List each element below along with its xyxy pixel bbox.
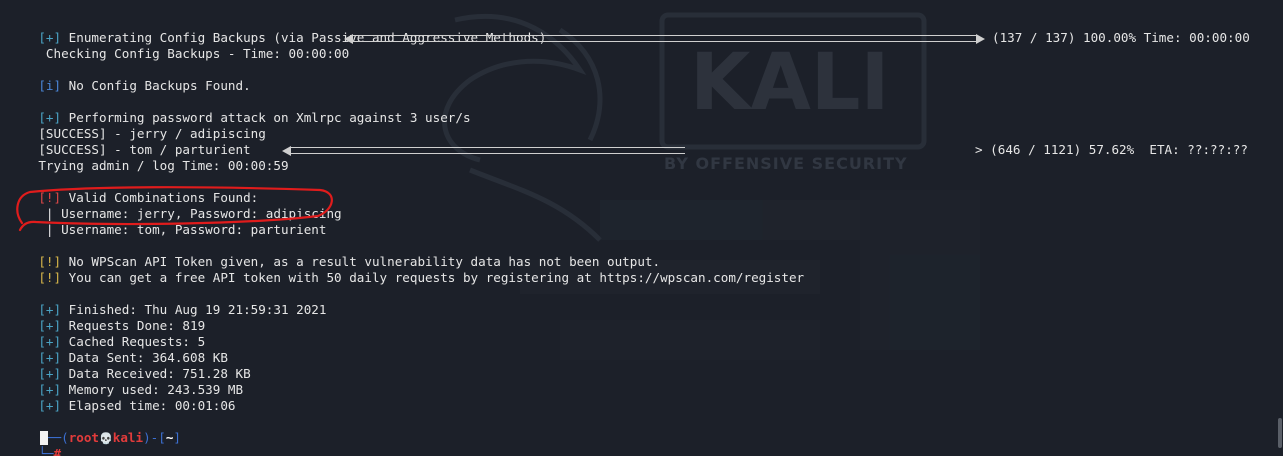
skull-icon: 💀 bbox=[99, 432, 113, 445]
line-text: Trying admin / log Time: 00:00:59 bbox=[38, 158, 289, 173]
line-text: No Config Backups Found. bbox=[61, 78, 251, 93]
password-attack-progress-bar bbox=[290, 147, 685, 154]
prompt-symbol: # bbox=[53, 446, 62, 456]
warning-tag: [!] bbox=[38, 270, 62, 285]
prompt-bracket-end: ] bbox=[173, 430, 182, 445]
shell-prompt-bottom[interactable]: └─# bbox=[8, 430, 61, 456]
line-text: You can get a free API token with 50 dai… bbox=[61, 270, 805, 285]
prompt-separator: )-[ bbox=[143, 430, 166, 445]
prompt-host: kali bbox=[112, 430, 144, 445]
output-line-credential-tom: | Username: tom, Password: parturient bbox=[8, 206, 327, 237]
output-line-free-api-token: [!] You can get a free API token with 50… bbox=[8, 254, 804, 285]
shell-prompt-top: ┌──(root💀kali)-[~] bbox=[8, 414, 181, 445]
output-line-no-backups: [i] No Config Backups Found. bbox=[8, 62, 250, 93]
watermark-brand: KALI bbox=[690, 38, 890, 128]
output-line-valid-combinations: [!] Valid Combinations Found: bbox=[8, 174, 258, 205]
output-line-elapsed-time: [+] Elapsed time: 00:01:06 bbox=[8, 382, 235, 413]
info-tag: [i] bbox=[38, 78, 62, 93]
output-line-success-jerry: [SUCCESS] - jerry / adipiscing bbox=[8, 110, 265, 141]
prompt-user: root bbox=[68, 430, 100, 445]
config-backups-progress-bar bbox=[352, 35, 978, 42]
output-line-requests-done: [+] Requests Done: 819 bbox=[8, 302, 205, 333]
progress-arrow-right bbox=[976, 34, 985, 44]
line-text: Elapsed time: 00:01:06 bbox=[61, 398, 236, 413]
output-line-data-received: [+] Data Received: 751.28 KB bbox=[8, 350, 250, 381]
output-line-credential-jerry: | Username: jerry, Password: adipiscing bbox=[8, 190, 342, 221]
prompt-corner-bottom: └─ bbox=[38, 446, 54, 456]
config-backups-progress-text: (137 / 137) 100.00% Time: 00:00:00 bbox=[992, 30, 1250, 45]
output-line-success-tom: [SUCCESS] - tom / parturient bbox=[8, 126, 250, 157]
output-line-checking-backups: Checking Config Backups - Time: 00:00:00 bbox=[8, 30, 349, 61]
output-line-cached-requests: [+] Cached Requests: 5 bbox=[8, 318, 205, 349]
status-tag: [+] bbox=[38, 398, 62, 413]
output-line-finished: [+] Finished: Thu Aug 19 21:59:31 2021 bbox=[8, 286, 326, 317]
output-line-no-api-token: [!] No WPScan API Token given, as a resu… bbox=[8, 238, 660, 269]
terminal-cursor[interactable] bbox=[40, 431, 48, 445]
scrollbar-thumb[interactable] bbox=[1278, 418, 1282, 448]
scrollbar-track[interactable] bbox=[1277, 0, 1283, 456]
terminal-window[interactable]: KALI BY OFFENSIVE SECURITY [+] Enumerati… bbox=[0, 0, 1283, 456]
watermark-tagline: BY OFFENSIVE SECURITY bbox=[664, 154, 908, 173]
output-line-enumerating: [+] Enumerating Config Backups (via Pass… bbox=[8, 14, 546, 45]
output-line-data-sent: [+] Data Sent: 364.608 KB bbox=[8, 334, 228, 365]
password-attack-progress-text: > (646 / 1121) 57.62% ETA: ??:??:?? bbox=[975, 142, 1248, 157]
line-text: | Username: tom, Password: parturient bbox=[38, 222, 327, 237]
output-line-password-attack: [+] Performing password attack on Xmlrpc… bbox=[8, 94, 470, 125]
line-text: Checking Config Backups - Time: 00:00:00 bbox=[38, 46, 350, 61]
output-line-trying-admin: Trying admin / log Time: 00:00:59 bbox=[8, 142, 288, 173]
output-line-memory-used: [+] Memory used: 243.539 MB bbox=[8, 366, 243, 397]
